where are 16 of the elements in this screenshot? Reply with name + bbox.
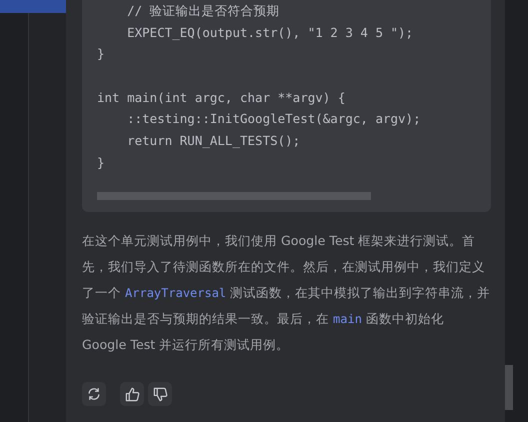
dislike-button[interactable] bbox=[148, 382, 172, 406]
code-line: EXPECT_EQ(output.str(), "1 2 3 4 5 "); bbox=[126, 24, 414, 42]
code-line: } bbox=[97, 45, 106, 64]
code-line: return RUN_ALL_TESTS(); bbox=[126, 132, 302, 150]
code-line: int main(int argc, char **argv) { bbox=[97, 88, 346, 107]
code-line: ::testing::InitGoogleTest(&argc, argv); bbox=[126, 110, 422, 128]
refresh-icon bbox=[87, 387, 101, 401]
answer-paragraph: 在这个单元测试用例中，我们使用 Google Test 框架来进行测试。首先，我们导入了待测函数所在的文件。然后，在测试用例中，我们定义了一个 ArrayTraversal 测试函数，在其中模拟了输出到字符串流，并验证输出是否与预期的结果一致。最后，在 main 函数中初始化 Google Test 并运行所有测试用例。 bbox=[82, 232, 491, 354]
thumbs-down-icon bbox=[152, 386, 168, 402]
scrollbar-thumb[interactable] bbox=[97, 192, 371, 200]
code-line: // 验证输出是否符合预期 bbox=[126, 2, 281, 20]
regenerate-button[interactable] bbox=[82, 382, 106, 406]
scrollbar-thumb[interactable] bbox=[505, 365, 513, 410]
thumbs-up-icon bbox=[124, 386, 140, 402]
like-button[interactable] bbox=[120, 382, 144, 406]
code-line: } bbox=[97, 154, 106, 172]
